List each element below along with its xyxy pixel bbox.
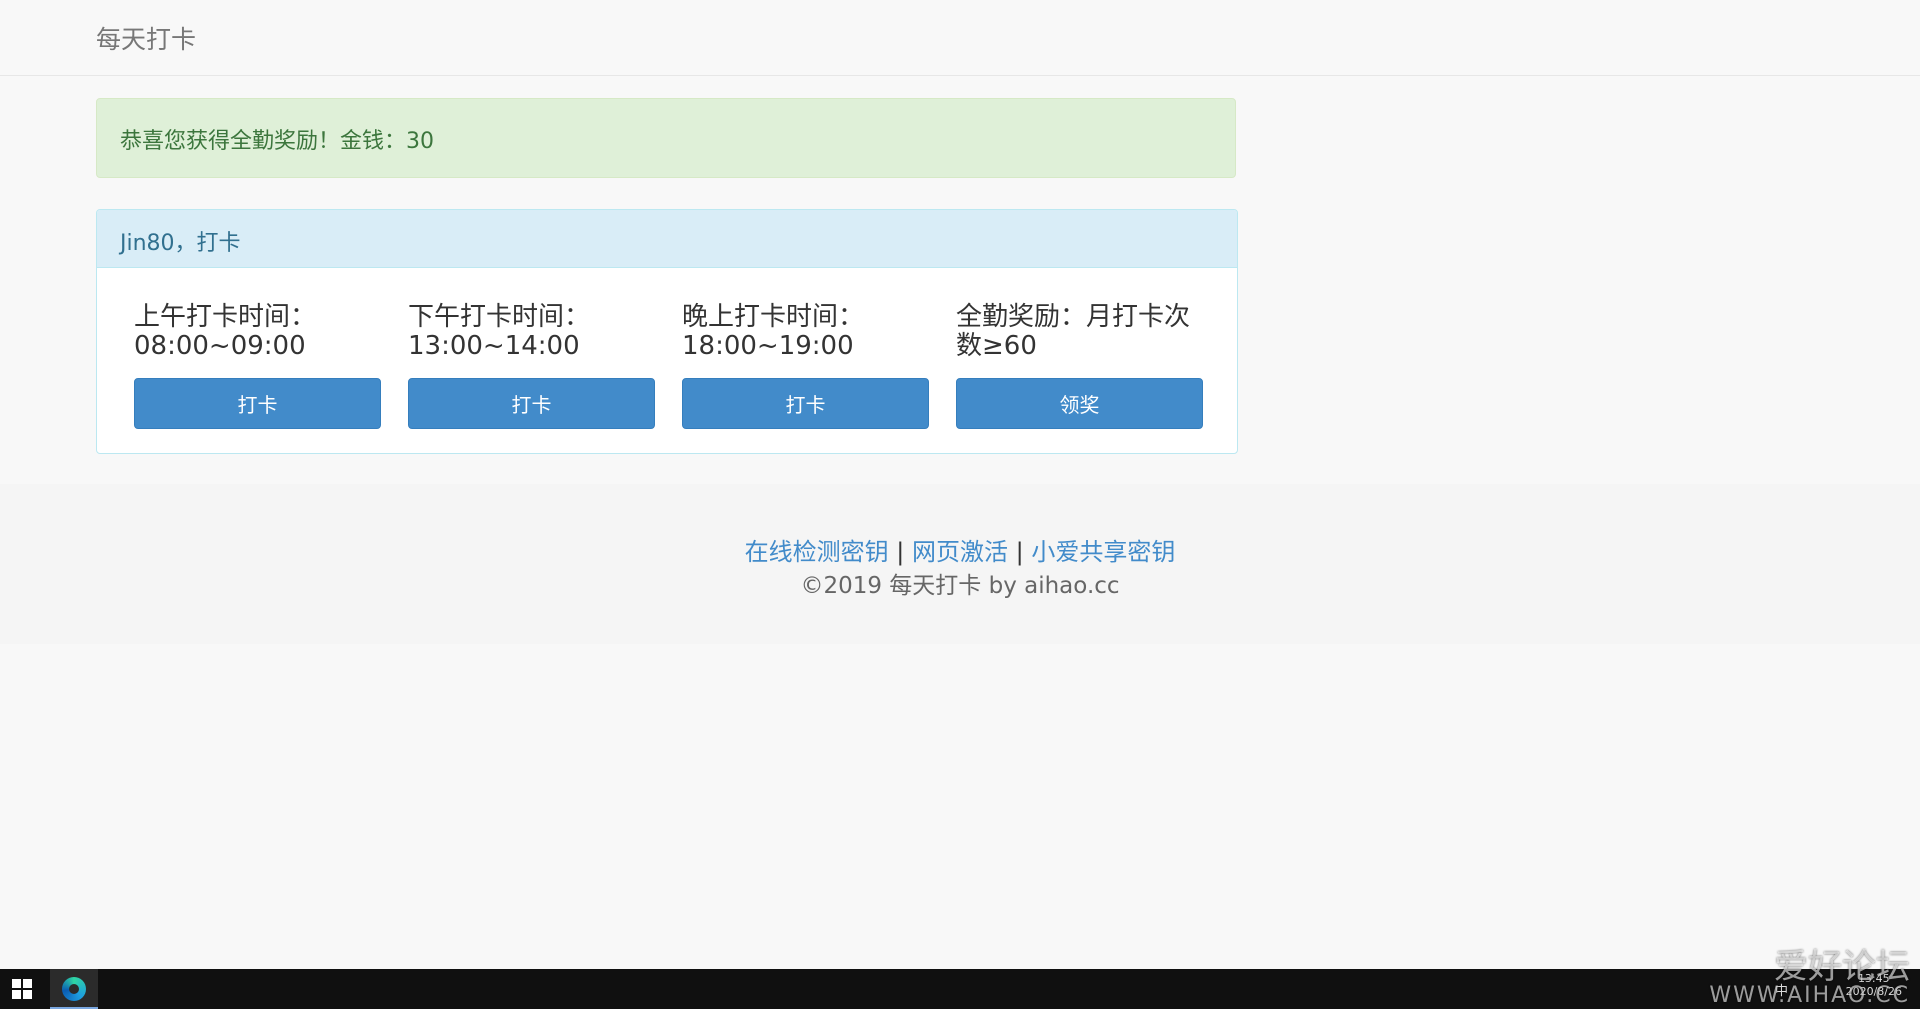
evening-column: 晚上打卡时间：18:00~19:00 打卡 xyxy=(682,302,929,429)
windows-start-icon[interactable] xyxy=(12,979,32,999)
taskbar: 中 13:45 2020/8/26 xyxy=(0,969,1920,1009)
brand-title[interactable]: 每天打卡 xyxy=(96,20,196,56)
morning-time-text: 上午打卡时间：08:00~09:00 xyxy=(134,302,317,361)
morning-column: 上午打卡时间：08:00~09:00 打卡 xyxy=(134,302,381,429)
afternoon-column: 下午打卡时间：13:00~14:00 打卡 xyxy=(408,302,655,429)
reward-condition-text: 全勤奖励：月打卡次数≥60 xyxy=(956,302,1191,361)
morning-checkin-button[interactable]: 打卡 xyxy=(134,378,381,429)
checkin-panel: Jin80，打卡 上午打卡时间：08:00~09:00 打卡 下午打卡时间：13… xyxy=(96,209,1238,454)
footer-link-check-key[interactable]: 在线检测密钥 xyxy=(745,538,889,566)
footer-separator: | xyxy=(896,538,905,566)
footer-link-shared-key[interactable]: 小爱共享密钥 xyxy=(1031,538,1175,566)
copyright: ©2019 每天打卡 by aihao.cc xyxy=(800,573,1120,599)
footer-links: 在线检测密钥 | 网页激活 | 小爱共享密钥 xyxy=(0,532,1920,567)
footer-separator: | xyxy=(1015,538,1024,566)
afternoon-checkin-button[interactable]: 打卡 xyxy=(408,378,655,429)
edge-browser-icon xyxy=(62,977,86,1001)
footer-link-web-activation[interactable]: 网页激活 xyxy=(912,538,1008,566)
reward-column: 全勤奖励：月打卡次数≥60 领奖 xyxy=(956,302,1203,429)
edge-taskbar-button[interactable] xyxy=(50,969,98,1009)
afternoon-time-text: 下午打卡时间：13:00~14:00 xyxy=(408,302,591,361)
watermark-url: WWW.AIHAO.CC xyxy=(1709,983,1910,1008)
evening-time-text: 晚上打卡时间：18:00~19:00 xyxy=(682,302,865,361)
claim-reward-button[interactable]: 领奖 xyxy=(956,378,1203,429)
watermark-title: 爱好论坛 xyxy=(1774,947,1910,987)
success-alert: 恭喜您获得全勤奖励！金钱：30 xyxy=(96,98,1236,178)
evening-checkin-button[interactable]: 打卡 xyxy=(682,378,929,429)
panel-heading: Jin80，打卡 xyxy=(97,210,1237,268)
navbar: 每天打卡 xyxy=(0,0,1920,76)
footer: 在线检测密钥 | 网页激活 | 小爱共享密钥 ©2019 每天打卡 by aih… xyxy=(0,484,1920,644)
site-watermark: 爱好论坛 WWW.AIHAO.CC xyxy=(1709,949,1910,1007)
